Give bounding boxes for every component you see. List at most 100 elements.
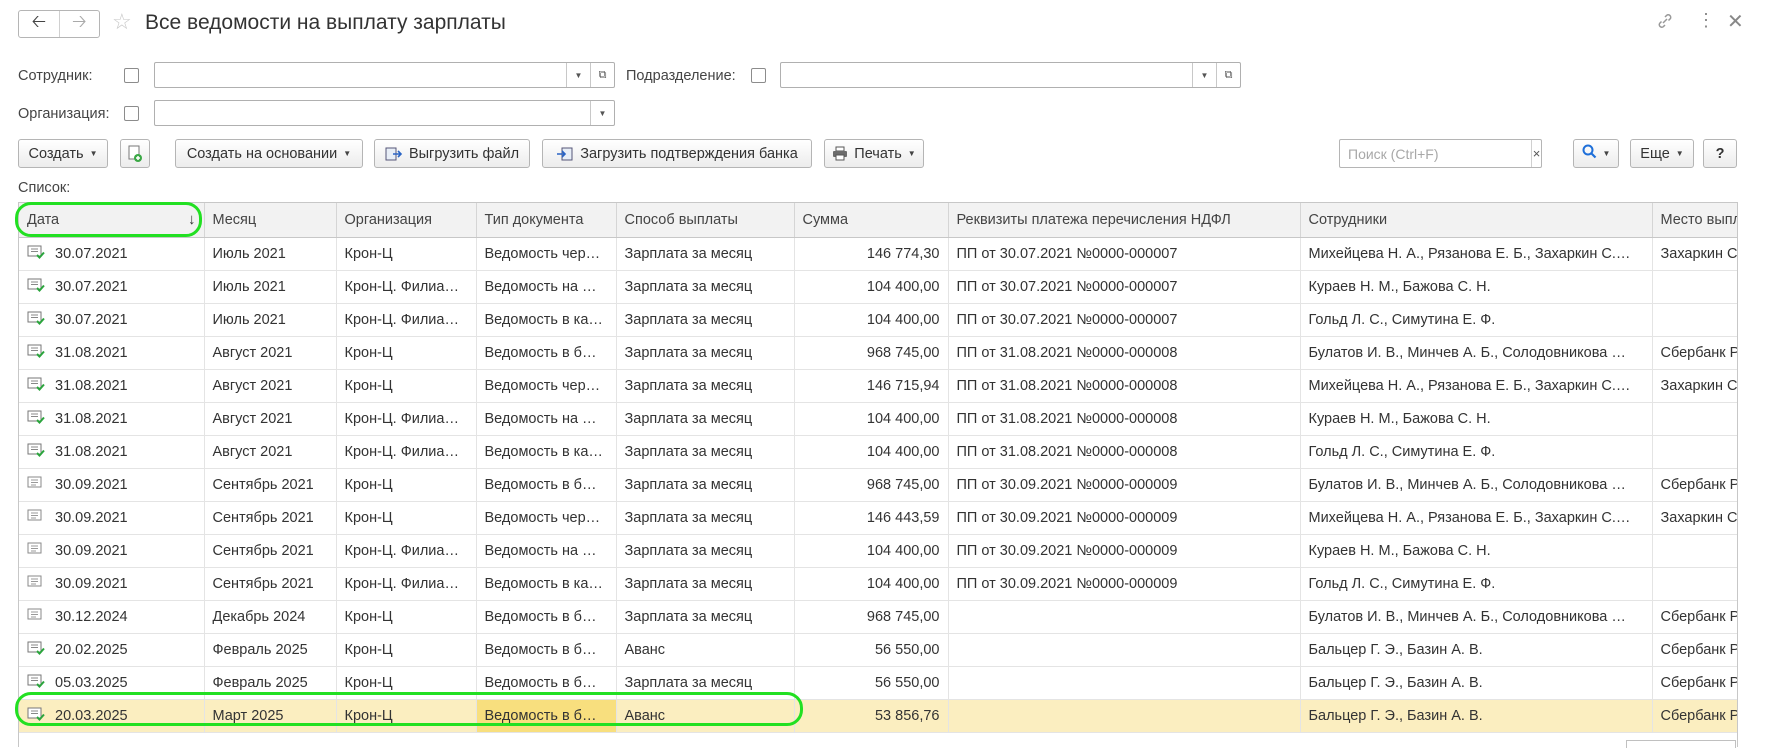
cell-ndfl-payment: ПП от 30.07.2021 №0000-000007 [948, 270, 1301, 304]
open-icon[interactable]: ⧉ [1216, 63, 1240, 87]
column-header-sum[interactable]: Сумма [794, 203, 949, 238]
cell-document-type: Ведомость чер… [476, 237, 617, 271]
search-input[interactable] [1340, 140, 1531, 167]
cell-sum: 56 550,00 [794, 666, 949, 700]
cell-ndfl-payment-text: ПП от 30.07.2021 №0000-000007 [956, 279, 1178, 295]
department-checkbox[interactable] [751, 68, 766, 83]
cell-employees: Бальцер Г. Э., Базин А. В. [1300, 699, 1653, 733]
cell-document-type-text: Ведомость на … [484, 279, 597, 295]
cell-organization: Крон-Ц. Филиа… [336, 270, 477, 304]
table-row[interactable]: 30.09.2021 Сентябрь 2021 Крон-Ц. Филиа… Вед… [19, 567, 1737, 601]
chevron-down-icon[interactable]: ▼ [566, 63, 590, 87]
column-header-document-type[interactable]: Тип документа [476, 203, 617, 238]
column-header-ndfl-payment[interactable]: Реквизиты платежа перечисления НДФЛ [948, 203, 1301, 238]
forward-button[interactable]: 🡢 [58, 11, 100, 37]
cell-payment-method: Зарплата за месяц [616, 402, 795, 436]
department-field[interactable]: ▼ ⧉ [780, 62, 1241, 88]
table-row[interactable]: 05.03.2025 Февраль 2025 Крон-Ц Ведомость в … [19, 666, 1737, 700]
cell-organization: Крон-Ц [336, 699, 477, 733]
cell-document-type: Ведомость в б… [476, 336, 617, 370]
chevron-down-icon: ▼ [89, 149, 98, 158]
cell-organization: Крон-Ц. Филиа… [336, 567, 477, 601]
back-button[interactable]: 🡠 [19, 11, 59, 37]
search-options-button[interactable]: ▼ [1573, 139, 1619, 168]
table-row[interactable]: 30.07.2021 Июль 2021 Крон-Ц Ведомость чер… З… [19, 237, 1737, 271]
printer-icon [832, 146, 848, 161]
cell-organization-text: Крон-Ц [344, 609, 393, 625]
department-input[interactable] [781, 63, 1192, 87]
cell-employees-text: Михейцева Н. А., Рязанова Е. Б., Захарки… [1308, 510, 1631, 526]
column-header-organization[interactable]: Организация [336, 203, 477, 238]
cell-ndfl-payment-text: ПП от 31.08.2021 №0000-000008 [956, 378, 1178, 394]
table-row[interactable]: 20.03.2025 Март 2025 Крон-Ц Ведомость в б… А… [19, 699, 1737, 733]
link-icon[interactable] [1656, 12, 1674, 35]
chevron-down-icon[interactable]: ▼ [1192, 63, 1216, 87]
column-header-payment-method[interactable]: Способ выплаты [616, 203, 795, 238]
cell-month-text: Февраль 2025 [212, 675, 308, 691]
cell-document-type: Ведомость чер… [476, 501, 617, 535]
table-row[interactable]: 30.07.2021 Июль 2021 Крон-Ц. Филиа… Ведомос… [19, 303, 1737, 337]
copy-document-button[interactable] [120, 139, 150, 168]
cell-sum-text: 146 715,94 [866, 378, 940, 394]
cell-date: 30.07.2021 [19, 270, 205, 304]
more-button[interactable]: Еще ▼ [1630, 139, 1694, 168]
close-icon[interactable]: ✕ [1727, 9, 1744, 34]
arrow-left-icon: 🡠 [31, 11, 47, 31]
cell-date: 05.03.2025 [19, 666, 205, 700]
employee-checkbox[interactable] [124, 68, 139, 83]
cell-organization: Крон-Ц. Филиа… [336, 402, 477, 436]
chevron-down-icon: ▼ [343, 149, 352, 158]
column-header-payment-place[interactable]: Место выпл [1652, 203, 1737, 238]
cell-payment-method-text: Зарплата за месяц [624, 279, 753, 295]
table-row[interactable]: 31.08.2021 Август 2021 Крон-Ц Ведомость чер… [19, 369, 1738, 403]
cell-month-text: Июль 2021 [212, 312, 286, 328]
cell-month-text: Август 2021 [212, 378, 293, 394]
cell-date-text: 30.09.2021 [55, 542, 128, 559]
more-vertical-icon[interactable]: ⋮ [1697, 10, 1715, 31]
cell-date-text: 30.07.2021 [55, 278, 128, 295]
cell-payment-place-text: Захаркин Са [1660, 378, 1738, 394]
cell-employees-text: Бальцер Г. Э., Базин А. В. [1308, 708, 1483, 724]
cell-payment-method: Аванс [616, 699, 795, 733]
table-row[interactable]: 30.09.2021 Сентябрь 2021 Крон-Ц Ведомость в… [19, 468, 1737, 502]
cell-employees: Булатов И. В., Минчев А. Б., Солодовнико… [1300, 336, 1653, 370]
organization-field[interactable]: ▼ [154, 100, 615, 126]
help-button[interactable]: ? [1703, 139, 1737, 168]
table-row[interactable]: 20.02.2025 Февраль 2025 Крон-Ц Ведомость в … [19, 633, 1737, 667]
cell-organization-text: Крон-Ц. Филиа… [344, 411, 459, 427]
table-row[interactable]: 31.08.2021 Август 2021 Крон-Ц. Филиа… Ведом… [19, 402, 1737, 436]
cell-payment-method-text: Зарплата за месяц [624, 246, 753, 262]
column-header-date[interactable]: Дата ↓ [19, 203, 205, 238]
cell-sum: 146 715,94 [794, 369, 949, 403]
star-icon[interactable]: ☆ [112, 9, 132, 35]
create-button[interactable]: Создать ▼ [18, 139, 108, 168]
employee-label: Сотрудник: [18, 68, 93, 84]
open-icon[interactable]: ⧉ [590, 63, 614, 87]
table-row[interactable]: 30.09.2021 Сентябрь 2021 Крон-Ц. Филиа… Вед… [19, 534, 1737, 568]
table-row[interactable]: 31.08.2021 Август 2021 Крон-Ц Ведомость в б… [19, 336, 1737, 370]
cell-sum-text: 968 745,00 [866, 345, 940, 361]
cell-month-text: Декабрь 2024 [212, 609, 306, 625]
table-row[interactable]: 30.07.2021 Июль 2021 Крон-Ц. Филиа… Ведомос… [19, 270, 1737, 304]
column-header-month[interactable]: Месяц [204, 203, 337, 238]
create-based-on-button[interactable]: Создать на основании ▼ [175, 139, 363, 168]
cell-organization-text: Крон-Ц [344, 510, 393, 526]
column-header-employees[interactable]: Сотрудники [1300, 203, 1653, 238]
posted-document-icon [27, 410, 45, 428]
organization-input[interactable] [155, 101, 590, 125]
print-button[interactable]: Печать ▼ [824, 139, 924, 168]
export-file-button[interactable]: Выгрузить файл [374, 139, 530, 168]
cell-document-type-text: Ведомость в б… [484, 642, 597, 658]
organization-checkbox[interactable] [124, 106, 139, 121]
employee-field[interactable]: ▼ ⧉ [154, 62, 615, 88]
chevron-down-icon[interactable]: ▼ [590, 101, 614, 125]
cell-document-type-text: Ведомость в ка… [484, 312, 603, 328]
clear-search-icon[interactable]: × [1531, 140, 1541, 167]
load-bank-confirmations-button[interactable]: Загрузить подтверждения банка [542, 139, 812, 168]
table-row[interactable]: 30.09.2021 Сентябрь 2021 Крон-Ц Ведомость ч… [19, 501, 1737, 535]
employee-input[interactable] [155, 63, 566, 87]
search-field[interactable]: × [1339, 139, 1542, 168]
document-icon [27, 476, 45, 494]
table-row[interactable]: 31.08.2021 Август 2021 Крон-Ц. Филиа… Ведом… [19, 435, 1737, 469]
table-row[interactable]: 30.12.2024 Декабрь 2024 Крон-Ц Ведомость в … [19, 600, 1737, 634]
